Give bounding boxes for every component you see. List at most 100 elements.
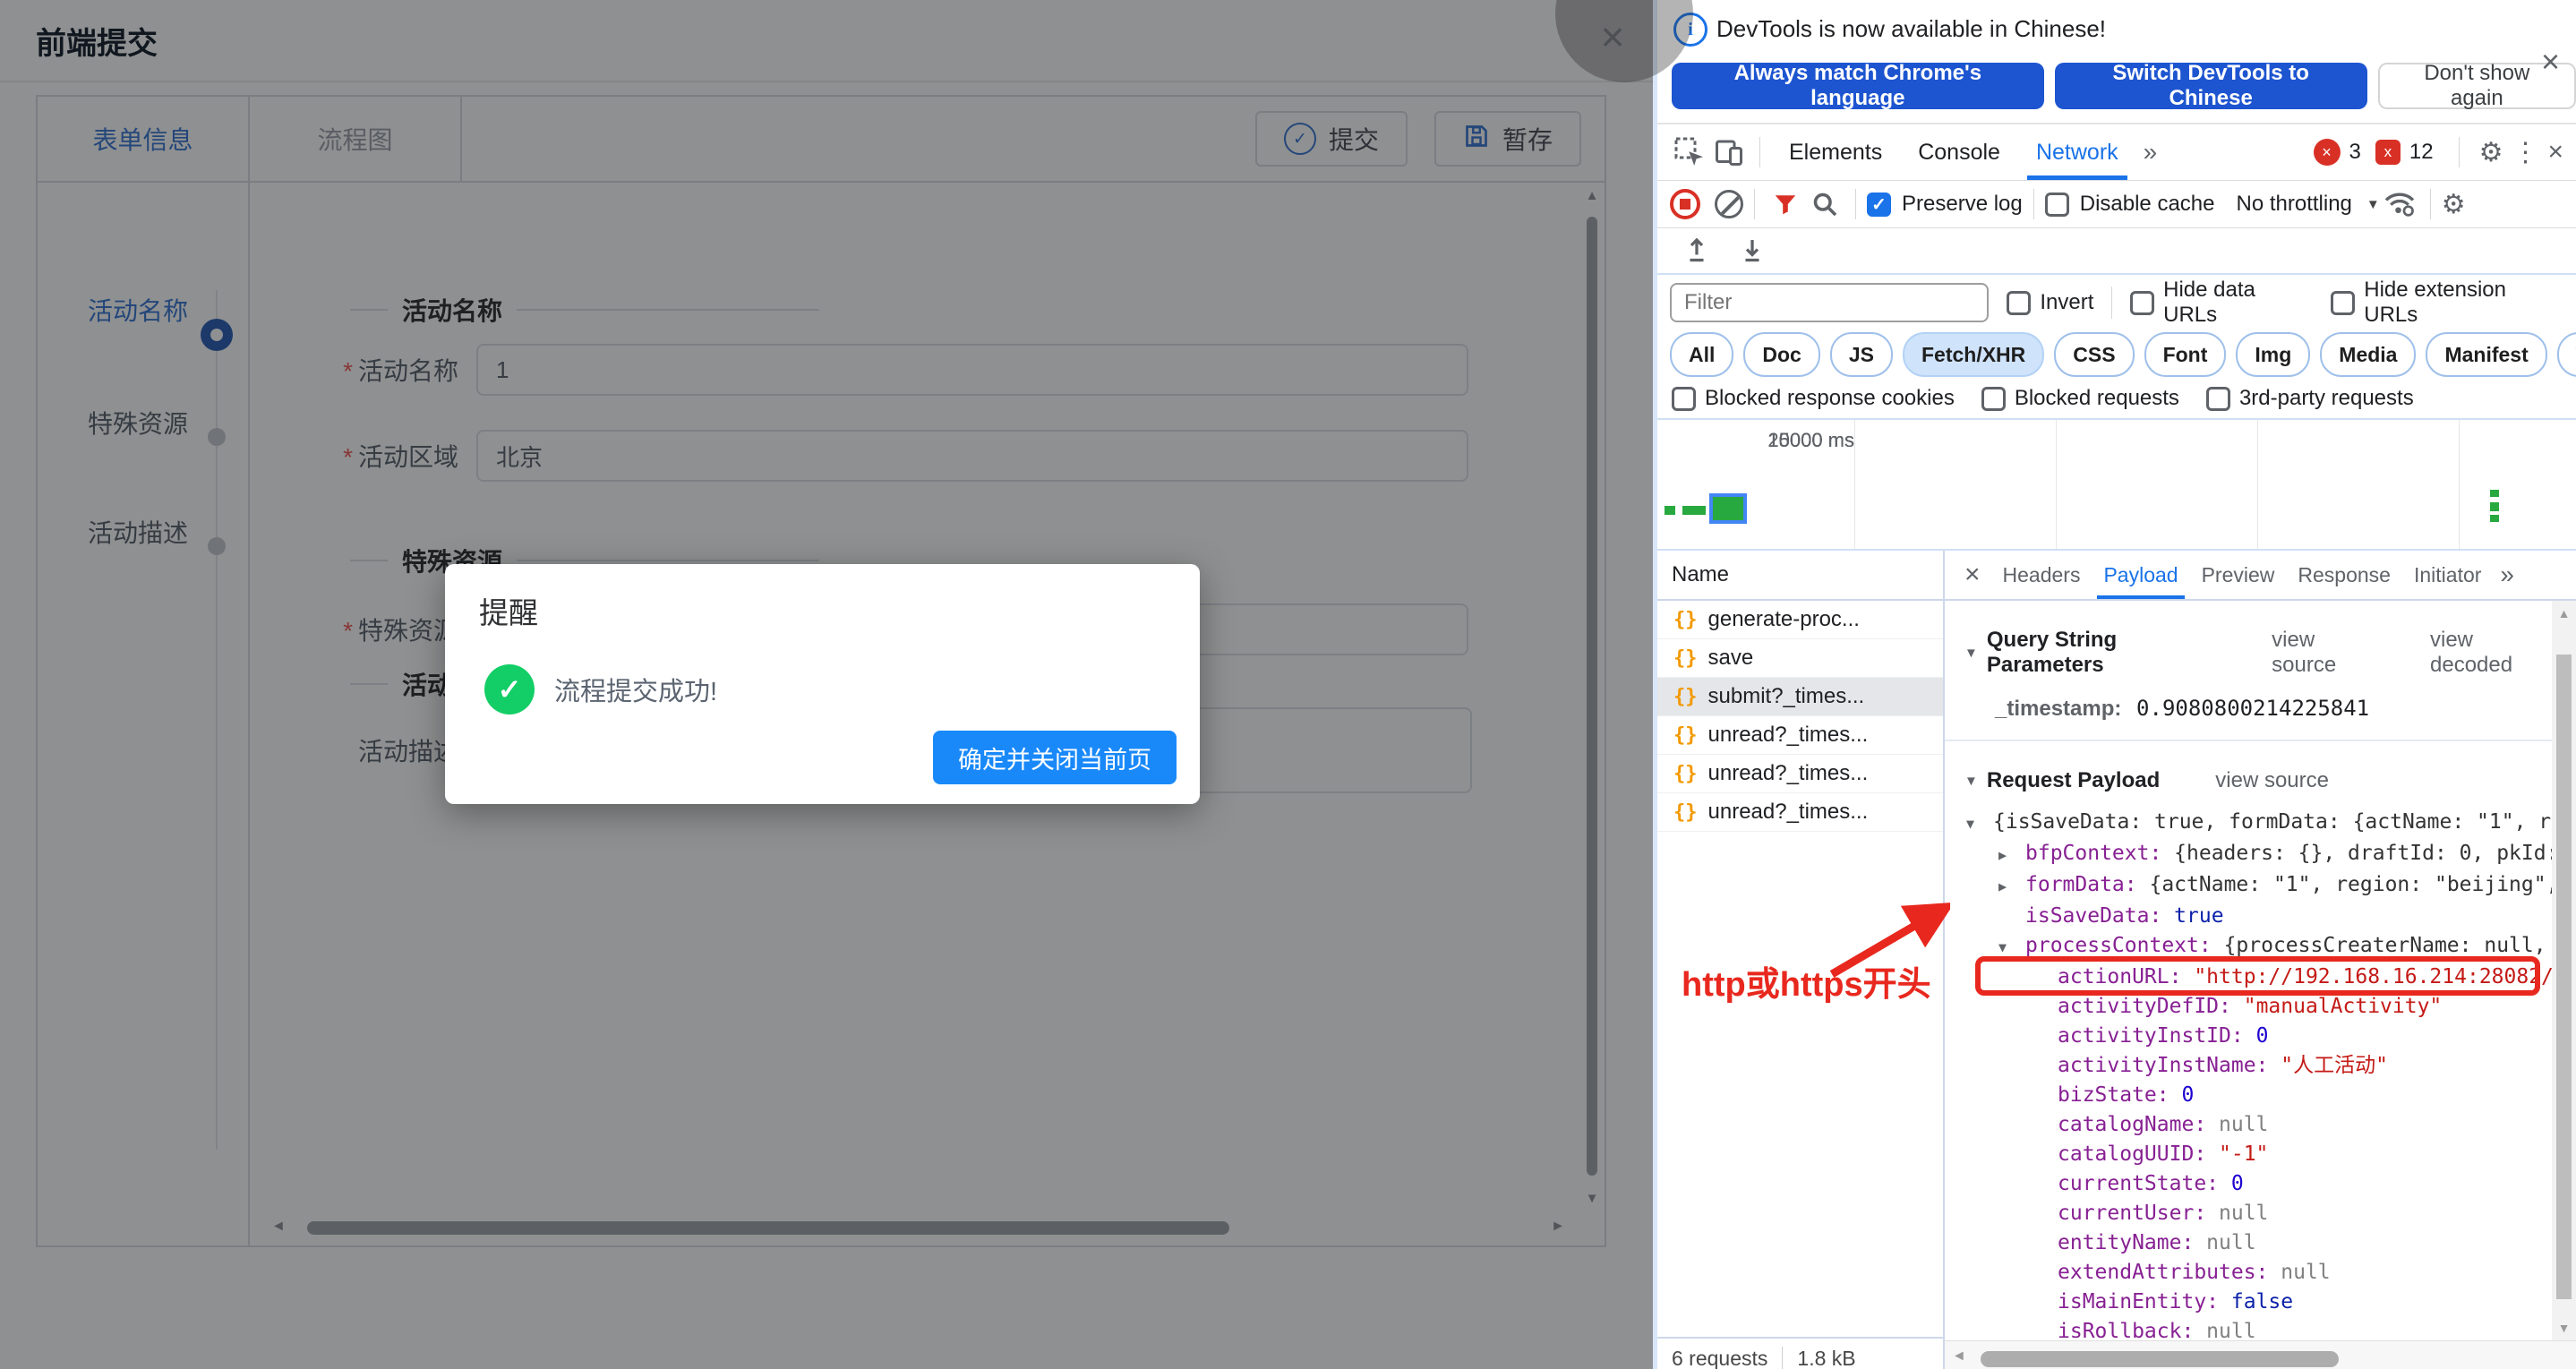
payload-tree-line[interactable]: actionURL: "http://192.168.16.214:28082/…: [1964, 956, 2576, 996]
network-conditions-icon[interactable]: [2380, 184, 2419, 224]
hide-extension-urls: Hide extension URLs: [2331, 278, 2563, 328]
tree-expander-icon[interactable]: ▶: [1998, 872, 2025, 902]
confirm-close-button[interactable]: 确定并关闭当前页: [933, 731, 1177, 784]
hide-data-urls-checkbox[interactable]: [2130, 290, 2155, 315]
payload-tree-line[interactable]: entityName: null: [1964, 1228, 2549, 1258]
tree-expander-icon[interactable]: ▼: [1966, 809, 1993, 839]
payload-tree-line[interactable]: ▶ formData: {actName: "1", region: "beiji…: [1964, 870, 2576, 902]
payload-tree-line[interactable]: ▼ processContext: {processCreaterName: nu…: [1964, 931, 2576, 963]
hide-extension-urls-checkbox[interactable]: [2331, 290, 2356, 315]
extra-filter-checkbox[interactable]: [1981, 386, 2006, 411]
view-decoded-link[interactable]: view decoded: [2430, 628, 2549, 678]
type-filter-pill[interactable]: All: [1670, 332, 1734, 377]
payload-tree-line[interactable]: activityDefID: "manualActivity": [1964, 992, 2549, 1022]
payload-tree-line[interactable]: activityInstID: 0: [1964, 1022, 2549, 1051]
tab-headers[interactable]: Headers: [1991, 551, 2092, 599]
type-filter-pill[interactable]: Img: [2236, 332, 2311, 377]
extra-filter-row: Blocked response cookies Blocked requests…: [1657, 379, 2576, 420]
request-row[interactable]: {} unread?_times...: [1657, 716, 1943, 755]
devtools-close-icon[interactable]: ×: [2547, 137, 2563, 167]
tab-payload[interactable]: Payload: [2092, 551, 2189, 599]
record-network-icon[interactable]: [1670, 189, 1700, 219]
request-row[interactable]: {} save: [1657, 639, 1943, 678]
clear-network-icon[interactable]: [1715, 190, 1743, 218]
name-column-header[interactable]: Name: [1657, 551, 1943, 601]
error-badge-icon[interactable]: ×: [2313, 139, 2341, 166]
type-filter-pill[interactable]: CSS: [2054, 332, 2135, 377]
request-row[interactable]: {} unread?_times...: [1657, 755, 1943, 793]
search-icon[interactable]: [1805, 184, 1844, 224]
type-filter-pill[interactable]: Font: [2144, 332, 2227, 377]
extra-filter-checkbox[interactable]: [2205, 386, 2230, 411]
type-filter-pill[interactable]: Doc: [1743, 332, 1820, 377]
extra-filter-checkbox[interactable]: [1672, 386, 1696, 411]
type-filter-pill[interactable]: JS: [1829, 332, 1893, 377]
type-filter-pill[interactable]: Manifest: [2426, 332, 2547, 377]
export-har-icon[interactable]: [1733, 231, 1772, 270]
payload-tree-line[interactable]: activityInstName: "人工活动": [1964, 1051, 2549, 1081]
settings-gear-icon[interactable]: ⚙: [2479, 137, 2503, 168]
banner-close-icon[interactable]: ×: [2541, 43, 2560, 81]
issues-badge-icon[interactable]: x: [2375, 140, 2401, 165]
payload-tree-line[interactable]: catalogUUID: "-1": [1964, 1140, 2549, 1169]
payload-tree-line[interactable]: isSaveData: true: [1964, 902, 2549, 931]
view-source-link[interactable]: view source: [2215, 768, 2329, 793]
tab-initiator[interactable]: Initiator: [2402, 551, 2493, 599]
payload-tree-line[interactable]: catalogName: null: [1964, 1110, 2549, 1140]
type-filter-pill[interactable]: Fetch/XHR: [1902, 332, 2045, 377]
match-language-button[interactable]: Always match Chrome's language: [1672, 61, 2044, 110]
kebab-menu-icon[interactable]: ⋮: [2512, 137, 2538, 168]
tree-expander-icon[interactable]: ▶: [1998, 841, 2025, 870]
payload-tree-line[interactable]: bizState: 0: [1964, 1081, 2549, 1110]
tree-expander-icon[interactable]: ▼: [1998, 933, 2025, 963]
import-har-icon[interactable]: [1677, 231, 1716, 270]
detail-horizontal-scrollbar[interactable]: ◄: [1945, 1340, 2576, 1369]
filter-funnel-icon[interactable]: [1766, 184, 1805, 224]
scroll-up-icon[interactable]: ▲: [2552, 606, 2576, 620]
detail-vertical-scrollbar[interactable]: ▲ ▼: [2552, 601, 2576, 1340]
payload-tree-line[interactable]: ▼ {isSaveData: true, formData: {actName: …: [1964, 808, 2576, 839]
collapse-icon[interactable]: ▼: [1964, 774, 1978, 789]
dialog-title: 提醒: [479, 596, 538, 629]
scroll-left-icon[interactable]: ◄: [1952, 1348, 1966, 1365]
request-payload-title[interactable]: Request Payload: [1987, 768, 2160, 793]
more-detail-tabs-icon[interactable]: »: [2493, 560, 2521, 589]
switch-chinese-button[interactable]: Switch DevTools to Chinese: [2054, 61, 2367, 110]
payload-tree-line[interactable]: isMainEntity: false: [1964, 1288, 2549, 1317]
inspect-element-icon[interactable]: [1670, 133, 1709, 172]
disable-cache-checkbox[interactable]: [2044, 192, 2069, 217]
view-source-link[interactable]: view source: [2272, 628, 2375, 678]
payload-tree-line[interactable]: extendAttributes: null: [1964, 1258, 2549, 1288]
vertical-scroll-thumb[interactable]: [2556, 655, 2572, 1299]
request-row[interactable]: {} unread?_times...: [1657, 793, 1943, 832]
tab-response[interactable]: Response: [2286, 551, 2402, 599]
more-tabs-icon[interactable]: »: [2136, 138, 2165, 167]
collapse-icon[interactable]: ▼: [1964, 646, 1978, 661]
payload-tree: ▼ {isSaveData: true, formData: {actName: …: [1964, 808, 2576, 1340]
tab-console[interactable]: Console: [1900, 124, 2018, 180]
type-filter-pill[interactable]: WS: [2556, 332, 2576, 377]
tab-preview[interactable]: Preview: [2190, 551, 2287, 599]
scroll-down-icon[interactable]: ▼: [2552, 1321, 2576, 1335]
horizontal-scroll-thumb[interactable]: [1981, 1351, 2339, 1367]
payload-tree-line[interactable]: currentUser: null: [1964, 1199, 2549, 1228]
request-row[interactable]: {} submit?_times...: [1657, 678, 1943, 716]
payload-tree-line[interactable]: isRollback: null: [1964, 1317, 2549, 1340]
tab-elements[interactable]: Elements: [1771, 124, 1900, 180]
preserve-log-checkbox[interactable]: ✓: [1867, 192, 1891, 217]
query-string-title[interactable]: Query String Parameters: [1987, 628, 2216, 678]
device-toolbar-icon[interactable]: [1709, 133, 1749, 172]
payload-tree-line[interactable]: currentState: 0: [1964, 1169, 2549, 1199]
request-row[interactable]: {} generate-proc...: [1657, 601, 1943, 639]
network-overview-timeline[interactable]: 5000 ms 10000 ms 15000 ms 20000 ms: [1657, 420, 2576, 551]
network-settings-gear-icon[interactable]: ⚙: [2442, 189, 2466, 220]
payload-tree-line[interactable]: ▶ bfpContext: {headers: {}, draftId: 0, p…: [1964, 839, 2576, 870]
tab-network[interactable]: Network: [2018, 124, 2136, 180]
chevron-down-icon[interactable]: ▼: [2366, 197, 2380, 212]
type-filter-pill[interactable]: Media: [2320, 332, 2417, 377]
issue-count: 12: [2409, 140, 2434, 164]
throttling-select[interactable]: No throttling: [2236, 192, 2351, 217]
close-detail-icon[interactable]: ×: [1954, 560, 1991, 590]
invert-checkbox[interactable]: [2007, 290, 2032, 315]
filter-input[interactable]: [1670, 283, 1990, 322]
